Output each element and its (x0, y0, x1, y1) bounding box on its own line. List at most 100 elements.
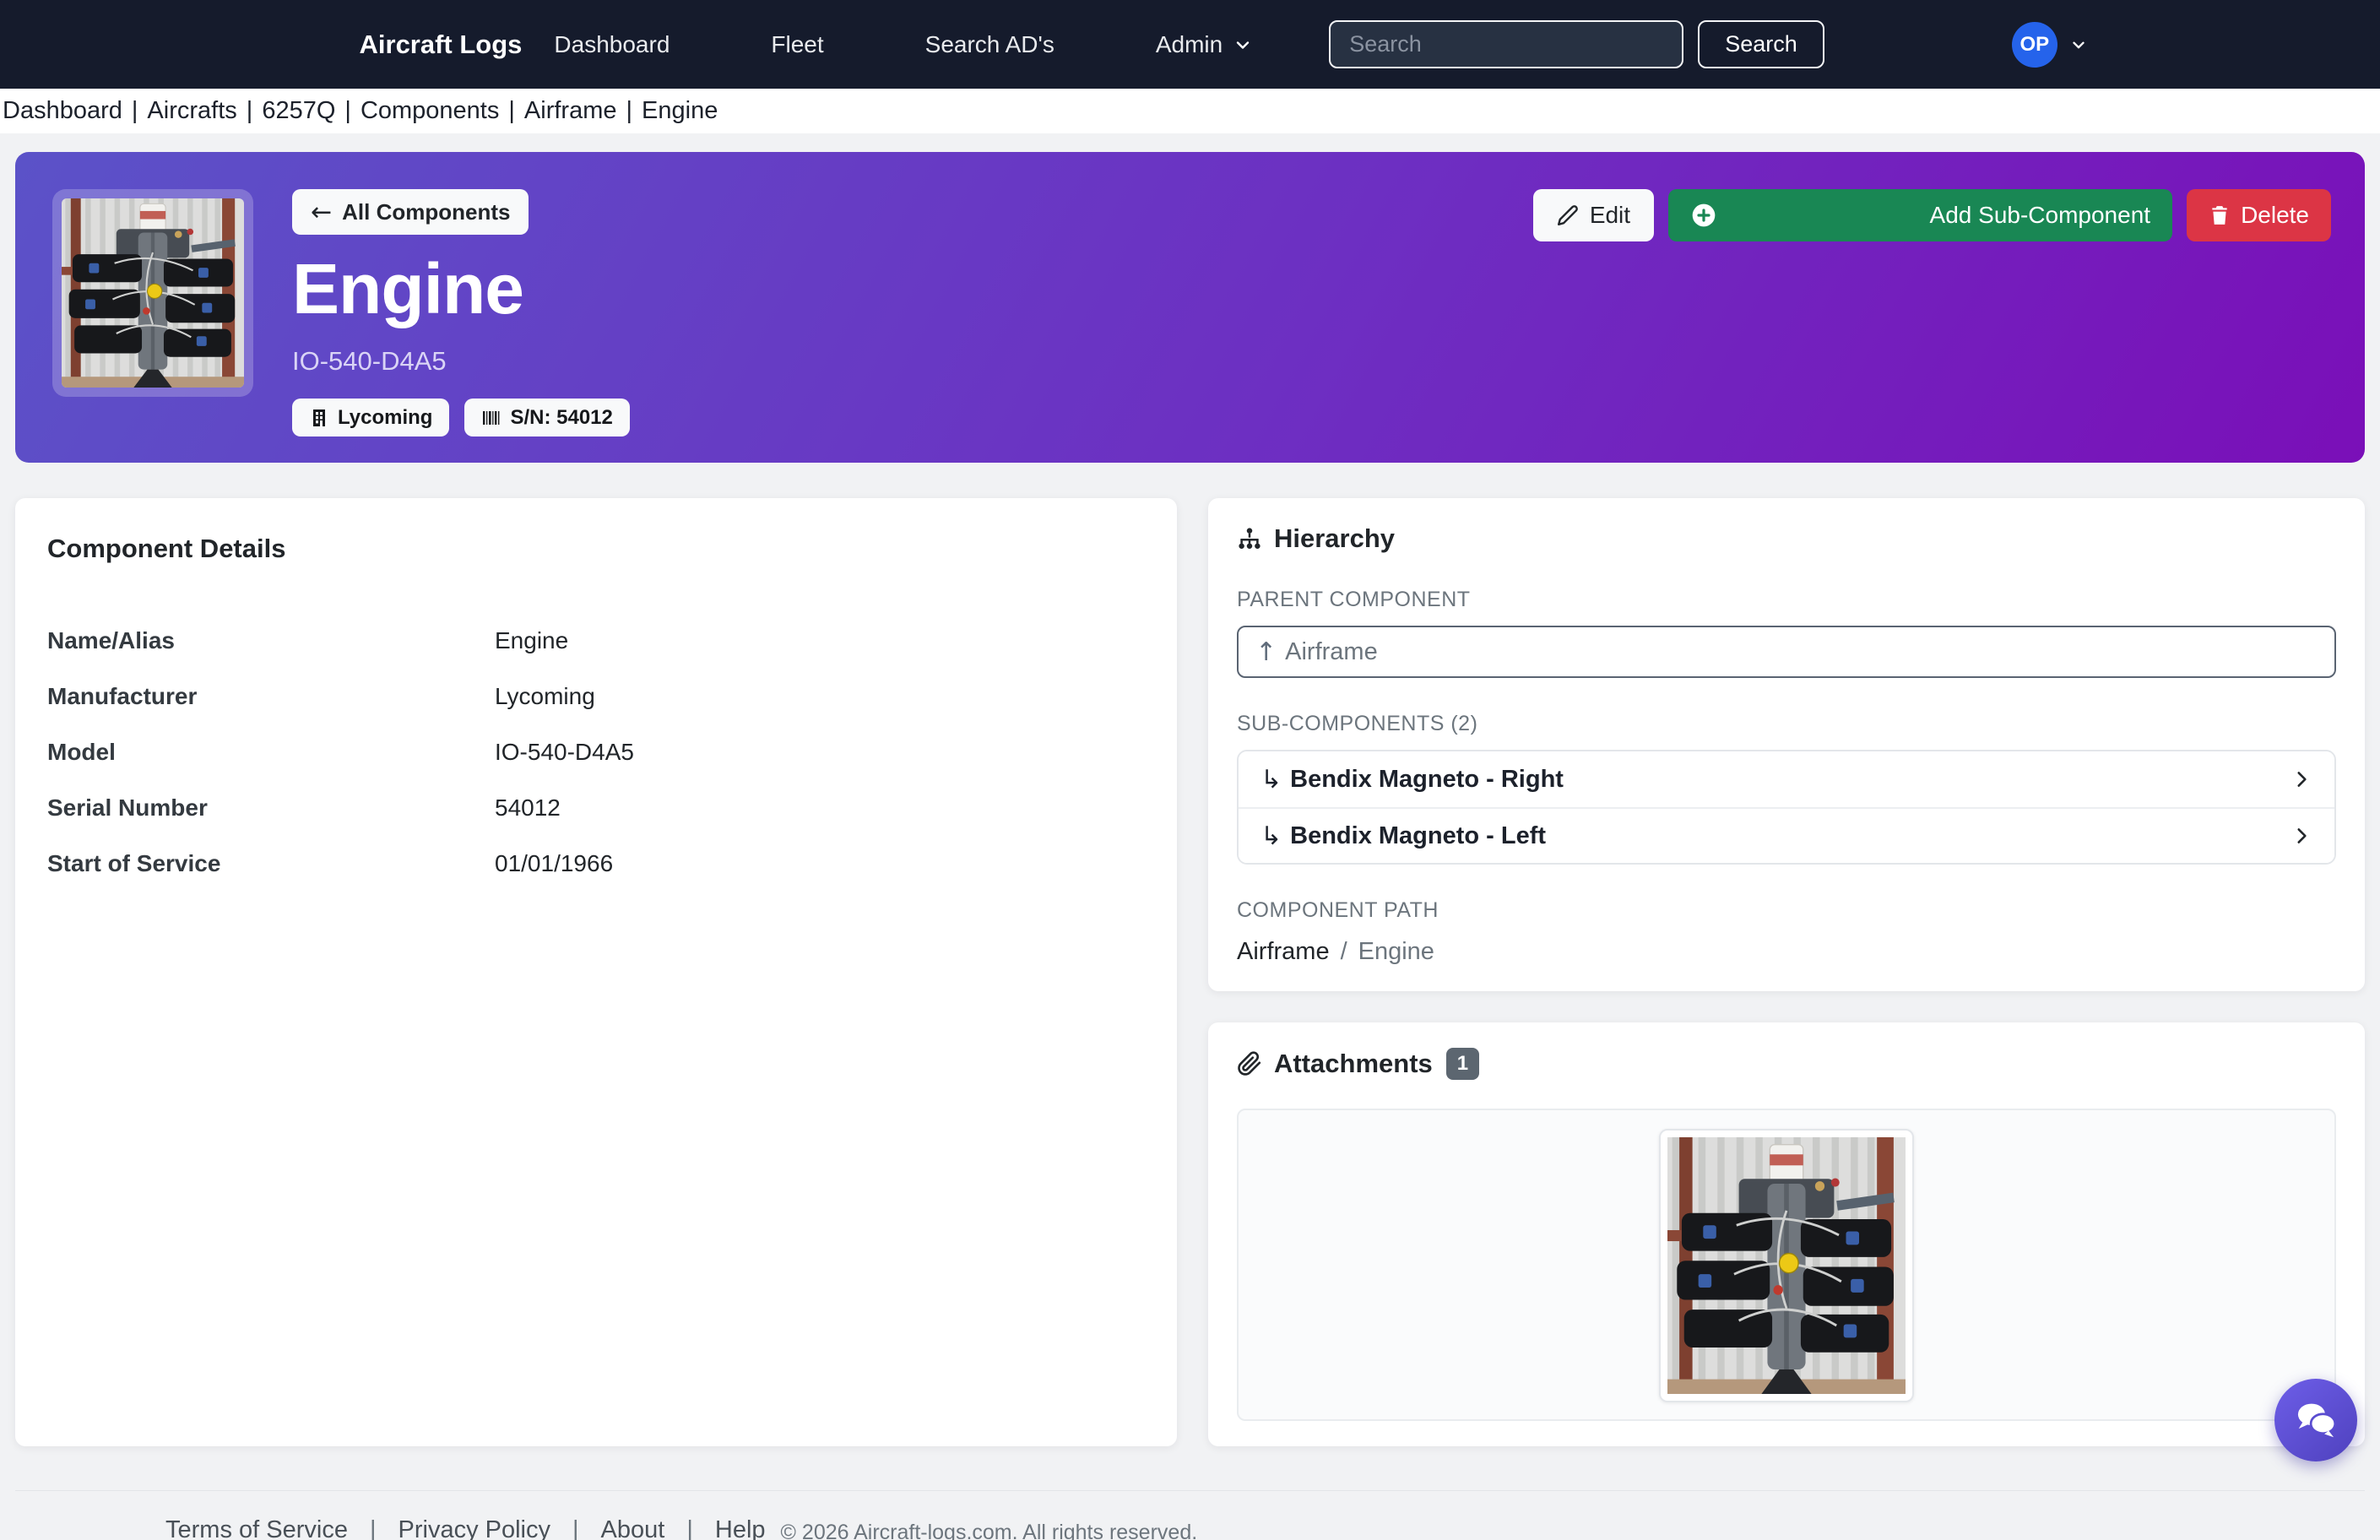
sub-components-label: SUB-COMPONENTS (2) (1237, 712, 2336, 736)
nav-item-fleet[interactable]: Fleet (745, 31, 848, 58)
sub-components-list: ↳ Bendix Magneto - Right ↳ Bendix Magnet… (1237, 750, 2336, 865)
nav-item-admin-dropdown[interactable]: Admin (1130, 31, 1278, 58)
delete-button-label: Delete (2241, 202, 2309, 229)
detail-value: 01/01/1966 (495, 850, 613, 877)
search-button[interactable]: Search (1698, 20, 1824, 68)
engine-photo (1667, 1137, 1906, 1394)
component-path-label: COMPONENT PATH (1237, 898, 2336, 923)
all-components-back-button[interactable]: ← All Components (292, 189, 529, 235)
breadcrumb-separator: | (247, 97, 253, 125)
nav-item-search-ads[interactable]: Search AD's (900, 31, 1080, 58)
sub-component-item-magneto-left[interactable]: ↳ Bendix Magneto - Left (1239, 807, 2334, 863)
footer-copyright: © 2026 Aircraft-logs.com. All rights res… (781, 1516, 1198, 1540)
component-model: IO-540-D4A5 (292, 346, 447, 377)
nav-search-form: Search (1329, 20, 1824, 68)
breadcrumb-airframe[interactable]: Airframe (524, 97, 617, 125)
edit-button-label: Edit (1590, 202, 1630, 229)
breadcrumb-separator: | (344, 97, 351, 125)
detail-label: Manufacturer (47, 683, 495, 710)
chat-bubbles-icon (2293, 1397, 2339, 1443)
up-arrow-icon: ↑ (1255, 637, 1277, 667)
hierarchy-title-row: Hierarchy (1237, 523, 2336, 554)
detail-rows: Name/Alias Engine Manufacturer Lycoming … (47, 613, 1145, 892)
breadcrumb-separator: | (508, 97, 515, 125)
footer-link-terms[interactable]: Terms of Service (165, 1516, 348, 1540)
footer-separator: | (572, 1516, 579, 1540)
back-arrow-icon: ← (311, 198, 332, 227)
path-parent-link[interactable]: Airframe (1237, 938, 1330, 966)
right-column: Hierarchy PARENT COMPONENT ↑ Airframe SU… (1208, 498, 2365, 1446)
nav-item-dashboard[interactable]: Dashboard (529, 31, 695, 58)
user-menu[interactable]: OP (2012, 22, 2088, 68)
detail-value: Engine (495, 627, 568, 654)
sub-component-item-magneto-right[interactable]: ↳ Bendix Magneto - Right (1239, 751, 2334, 807)
path-separator: / (1341, 938, 1347, 966)
delete-button[interactable]: Delete (2187, 189, 2331, 241)
sub-component-name: Bendix Magneto - Left (1290, 822, 1546, 850)
pencil-icon (1557, 204, 1579, 226)
serial-badge-label: S/N: 54012 (510, 406, 612, 430)
serial-number-badge: S/N: 54012 (464, 399, 629, 437)
path-current: Engine (1358, 938, 1434, 966)
attachments-title: Attachments (1274, 1049, 1433, 1079)
detail-row-serial: Serial Number 54012 (47, 780, 1145, 836)
footer-separator: | (370, 1516, 377, 1540)
parent-component-name: Airframe (1285, 638, 1378, 666)
parent-component-item[interactable]: ↑ Airframe (1237, 626, 2336, 678)
main-content: ← All Components Engine IO-540-D4A5 Lyco… (0, 133, 2380, 1540)
detail-value: IO-540-D4A5 (495, 739, 634, 766)
detail-label: Model (47, 739, 495, 766)
sub-component-name: Bendix Magneto - Right (1290, 766, 1564, 794)
component-details-title: Component Details (47, 534, 1145, 564)
component-hero-banner: ← All Components Engine IO-540-D4A5 Lyco… (15, 152, 2365, 463)
attachment-thumbnail[interactable] (1659, 1129, 1914, 1402)
building-icon (309, 408, 329, 428)
add-sub-component-button[interactable]: Add Sub-Component (1668, 189, 2172, 241)
component-details-card: Component Details Name/Alias Engine Manu… (15, 498, 1177, 1446)
top-nav: Aircraft Logs Dashboard Fleet Search AD'… (0, 0, 2380, 89)
branch-arrow-icon: ↳ (1260, 765, 1282, 794)
trash-icon (2209, 204, 2231, 226)
edit-button[interactable]: Edit (1533, 189, 1654, 241)
detail-row-start-of-service: Start of Service 01/01/1966 (47, 836, 1145, 892)
nav-container: Aircraft Logs Dashboard Fleet Search AD'… (329, 0, 2052, 89)
hero-badges: Lycoming S/N: 54012 (292, 399, 630, 437)
detail-value: Lycoming (495, 683, 595, 710)
detail-row-manufacturer: Manufacturer Lycoming (47, 669, 1145, 724)
footer-link-privacy[interactable]: Privacy Policy (398, 1516, 551, 1540)
chevron-down-icon (2069, 35, 2088, 54)
detail-row-name: Name/Alias Engine (47, 613, 1145, 669)
manufacturer-badge-label: Lycoming (338, 406, 432, 430)
breadcrumb-separator: | (626, 97, 633, 125)
add-sub-component-label: Add Sub-Component (1930, 202, 2151, 229)
detail-label: Name/Alias (47, 627, 495, 654)
engine-photo (62, 198, 244, 388)
breadcrumb-tail-number[interactable]: 6257Q (262, 97, 335, 125)
chat-widget-button[interactable] (2274, 1379, 2357, 1461)
footer-separator: | (686, 1516, 693, 1540)
breadcrumb: Dashboard | Aircrafts | 6257Q | Componen… (0, 89, 2380, 133)
attachments-card: Attachments 1 (1208, 1022, 2365, 1446)
detail-value: 54012 (495, 794, 561, 822)
breadcrumb-engine[interactable]: Engine (642, 97, 718, 125)
avatar[interactable]: OP (2012, 22, 2057, 68)
detail-label: Start of Service (47, 850, 495, 877)
admin-label: Admin (1156, 31, 1223, 58)
footer-link-about[interactable]: About (601, 1516, 665, 1540)
branch-arrow-icon: ↳ (1260, 822, 1282, 851)
hero-text-block: ← All Components Engine IO-540-D4A5 Lyco… (292, 189, 630, 437)
detail-row-model: Model IO-540-D4A5 (47, 724, 1145, 780)
breadcrumb-separator: | (132, 97, 138, 125)
breadcrumb-aircrafts[interactable]: Aircrafts (147, 97, 236, 125)
footer-link-help[interactable]: Help (715, 1516, 766, 1540)
breadcrumb-dashboard[interactable]: Dashboard (3, 97, 122, 125)
brand-logo[interactable]: Aircraft Logs (360, 30, 523, 60)
search-input[interactable] (1329, 20, 1683, 68)
component-photo-thumbnail[interactable] (52, 189, 253, 397)
chevron-right-icon (2291, 768, 2312, 790)
hierarchy-title: Hierarchy (1274, 523, 1395, 554)
breadcrumb-components[interactable]: Components (361, 97, 499, 125)
sitemap-icon (1237, 526, 1262, 551)
page-title: Engine (292, 253, 523, 324)
barcode-icon (481, 408, 501, 428)
